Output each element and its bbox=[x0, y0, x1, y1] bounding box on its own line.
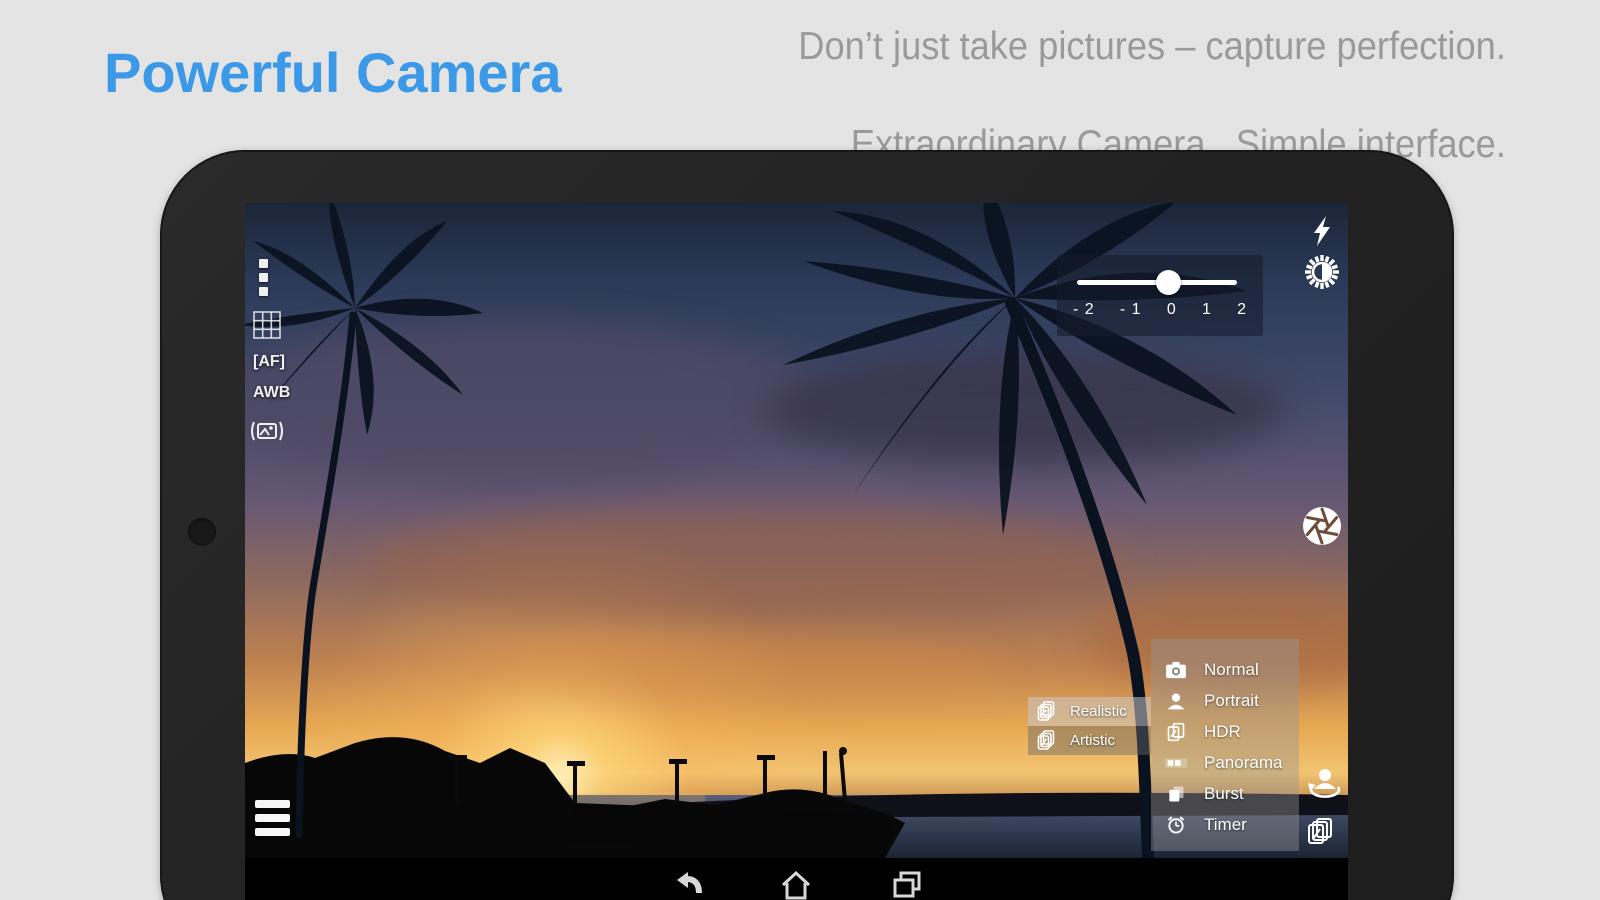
mode-menu: Normal Portrait bbox=[1151, 639, 1299, 851]
flash-icon[interactable] bbox=[1307, 215, 1335, 247]
mode-item-label: Panorama bbox=[1204, 753, 1282, 773]
nav-back-button[interactable] bbox=[667, 868, 707, 900]
page-title: Powerful Camera bbox=[104, 40, 562, 105]
bar bbox=[255, 828, 290, 836]
switch-camera-icon[interactable] bbox=[1305, 765, 1345, 801]
home-icon bbox=[778, 869, 814, 900]
exposure-tick: 2 bbox=[1237, 301, 1247, 319]
contrast-icon[interactable] bbox=[1303, 253, 1341, 291]
tablet-device-frame: [AF] AWB - 2 - 1 0 bbox=[160, 150, 1454, 900]
filter-item-label: Realistic bbox=[1070, 703, 1127, 720]
mode-item-panorama[interactable]: Panorama bbox=[1151, 747, 1299, 778]
scene-mode-button[interactable] bbox=[248, 419, 286, 443]
front-camera-lens bbox=[188, 518, 216, 546]
exposure-slider-thumb[interactable] bbox=[1156, 270, 1181, 295]
recents-icon bbox=[890, 869, 924, 900]
exposure-panel: - 2 - 1 0 1 2 bbox=[1057, 255, 1263, 336]
nav-recents-button[interactable] bbox=[887, 868, 927, 900]
mode-item-label: Portrait bbox=[1204, 691, 1259, 711]
mode-item-label: Burst bbox=[1204, 784, 1244, 804]
effects-filter-icon[interactable] bbox=[1307, 817, 1335, 847]
tagline-line1: Don’t just take pictures – capture perfe… bbox=[798, 25, 1506, 68]
exposure-tick: - 1 bbox=[1120, 301, 1142, 319]
tablet-screen: [AF] AWB - 2 - 1 0 bbox=[245, 203, 1348, 900]
burst-sheets-icon bbox=[1164, 784, 1188, 804]
mode-item-timer[interactable]: Timer bbox=[1151, 809, 1299, 840]
portrait-bust-icon bbox=[1164, 691, 1188, 711]
exposure-tick: 1 bbox=[1202, 301, 1212, 319]
bar bbox=[255, 814, 290, 822]
filter-item-label: Artistic bbox=[1070, 732, 1115, 749]
filter-submenu: Realistic Artistic bbox=[1028, 697, 1151, 755]
back-icon bbox=[670, 868, 704, 900]
panorama-strip-icon bbox=[1164, 756, 1188, 770]
stacked-frames-icon bbox=[1164, 722, 1188, 742]
mode-item-hdr[interactable]: HDR bbox=[1151, 716, 1299, 747]
android-nav-bar bbox=[245, 858, 1348, 900]
camera-viewfinder[interactable]: [AF] AWB - 2 - 1 0 bbox=[245, 203, 1348, 858]
tagline: Don’t just take pictures – capture perfe… bbox=[798, 22, 1506, 169]
autofocus-button[interactable]: [AF] bbox=[253, 353, 285, 371]
mode-item-label: Normal bbox=[1204, 660, 1259, 680]
dot bbox=[259, 287, 268, 296]
mode-item-burst[interactable]: Burst bbox=[1151, 778, 1299, 809]
alarm-clock-icon bbox=[1164, 815, 1188, 835]
mode-item-normal[interactable]: Normal bbox=[1151, 654, 1299, 685]
exposure-scale: - 2 - 1 0 1 2 bbox=[1073, 301, 1247, 319]
photo-stack-artistic-icon bbox=[1036, 730, 1058, 752]
photo-stack-realistic-icon bbox=[1036, 701, 1058, 723]
mode-item-label: Timer bbox=[1204, 815, 1247, 835]
more-options-button[interactable] bbox=[259, 259, 268, 301]
grid-overlay-button[interactable] bbox=[253, 311, 281, 339]
shutter-aperture-icon[interactable] bbox=[1301, 505, 1343, 547]
mode-item-label: HDR bbox=[1204, 722, 1241, 742]
camera-icon bbox=[1164, 661, 1188, 679]
white-balance-button[interactable]: AWB bbox=[253, 384, 290, 402]
filter-item-realistic[interactable]: Realistic bbox=[1028, 697, 1151, 726]
exposure-tick: 0 bbox=[1167, 301, 1177, 319]
filter-item-artistic[interactable]: Artistic bbox=[1028, 726, 1151, 755]
dot bbox=[259, 273, 268, 282]
nav-home-button[interactable] bbox=[776, 868, 816, 900]
bar bbox=[255, 800, 290, 808]
hamburger-menu-button[interactable] bbox=[255, 800, 290, 842]
mode-item-portrait[interactable]: Portrait bbox=[1151, 685, 1299, 716]
exposure-tick: - 2 bbox=[1073, 301, 1095, 319]
dot bbox=[259, 259, 268, 268]
